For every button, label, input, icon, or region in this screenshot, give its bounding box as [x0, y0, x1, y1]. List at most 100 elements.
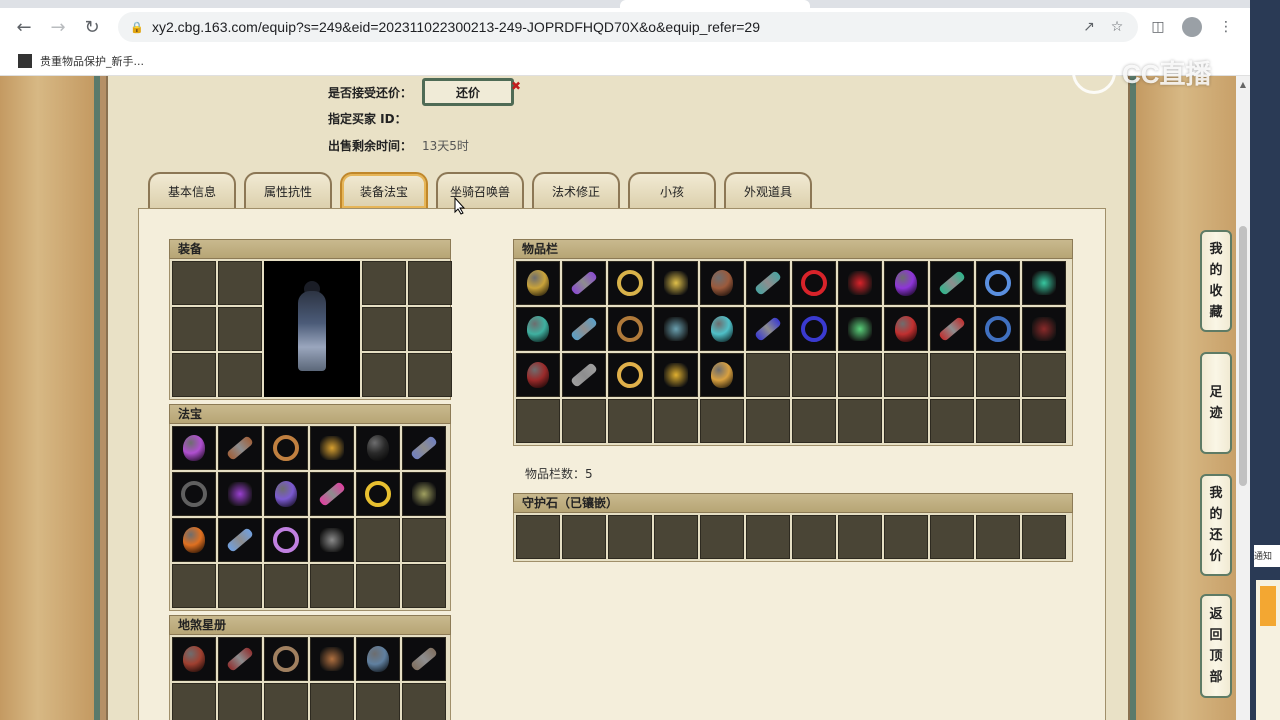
tab-2[interactable]: 装备法宝: [340, 172, 428, 208]
guard-stone-empty-slot[interactable]: [976, 515, 1020, 559]
fabao-empty-slot[interactable]: [356, 518, 400, 562]
inventory-item[interactable]: [700, 307, 744, 351]
active-browser-tab[interactable]: [620, 0, 810, 8]
fabao-item[interactable]: [356, 472, 400, 516]
fabao-item[interactable]: [356, 426, 400, 470]
inventory-item[interactable]: [746, 307, 790, 351]
guard-stone-empty-slot[interactable]: [792, 515, 836, 559]
inventory-item[interactable]: [516, 353, 560, 397]
inventory-item[interactable]: [884, 307, 928, 351]
inventory-item[interactable]: [608, 261, 652, 305]
fabao-empty-slot[interactable]: [218, 564, 262, 608]
star-card-empty-slot[interactable]: [264, 683, 308, 720]
star-card-item[interactable]: [402, 637, 446, 681]
star-card-empty-slot[interactable]: [402, 683, 446, 720]
star-card-item[interactable]: [356, 637, 400, 681]
fabao-empty-slot[interactable]: [356, 564, 400, 608]
fabao-item[interactable]: [310, 518, 354, 562]
equip-slot[interactable]: [218, 307, 262, 351]
inventory-empty-slot[interactable]: [608, 399, 652, 443]
guard-stone-empty-slot[interactable]: [1022, 515, 1066, 559]
inventory-empty-slot[interactable]: [516, 399, 560, 443]
equip-slot[interactable]: [408, 353, 452, 397]
guard-stone-empty-slot[interactable]: [930, 515, 974, 559]
equip-slot[interactable]: [218, 261, 262, 305]
fabao-empty-slot[interactable]: [310, 564, 354, 608]
inventory-item[interactable]: [838, 261, 882, 305]
fabao-item[interactable]: [264, 518, 308, 562]
inventory-empty-slot[interactable]: [792, 353, 836, 397]
guard-stone-empty-slot[interactable]: [746, 515, 790, 559]
menu-kebab-icon[interactable]: ⋮: [1212, 13, 1240, 41]
star-card-item[interactable]: [172, 637, 216, 681]
star-card-item[interactable]: [310, 637, 354, 681]
notice-tab[interactable]: 通知: [1254, 545, 1280, 567]
inventory-item[interactable]: [1022, 307, 1066, 351]
fabao-item[interactable]: [172, 518, 216, 562]
equip-slot[interactable]: [218, 353, 262, 397]
fabao-empty-slot[interactable]: [402, 564, 446, 608]
inventory-empty-slot[interactable]: [838, 399, 882, 443]
inventory-item[interactable]: [516, 307, 560, 351]
my-offers-button[interactable]: 我的还价: [1200, 474, 1232, 576]
inventory-empty-slot[interactable]: [746, 399, 790, 443]
guard-stone-empty-slot[interactable]: [516, 515, 560, 559]
guard-stone-empty-slot[interactable]: [838, 515, 882, 559]
inventory-empty-slot[interactable]: [654, 399, 698, 443]
profile-avatar[interactable]: [1178, 13, 1206, 41]
inventory-item[interactable]: [608, 307, 652, 351]
forward-icon[interactable]: →: [44, 13, 72, 41]
fabao-item[interactable]: [218, 426, 262, 470]
inventory-item[interactable]: [884, 261, 928, 305]
close-icon[interactable]: ✖: [511, 79, 521, 93]
inventory-item[interactable]: [976, 307, 1020, 351]
inventory-empty-slot[interactable]: [562, 399, 606, 443]
inventory-empty-slot[interactable]: [838, 353, 882, 397]
inventory-item[interactable]: [608, 353, 652, 397]
star-card-item[interactable]: [218, 637, 262, 681]
inventory-item[interactable]: [838, 307, 882, 351]
inventory-empty-slot[interactable]: [976, 399, 1020, 443]
guard-stone-empty-slot[interactable]: [700, 515, 744, 559]
inventory-item[interactable]: [654, 307, 698, 351]
inventory-item[interactable]: [516, 261, 560, 305]
star-card-item[interactable]: [264, 637, 308, 681]
fabao-item[interactable]: [310, 472, 354, 516]
fabao-item[interactable]: [172, 472, 216, 516]
inventory-empty-slot[interactable]: [884, 399, 928, 443]
fabao-empty-slot[interactable]: [402, 518, 446, 562]
inventory-item[interactable]: [792, 307, 836, 351]
fabao-empty-slot[interactable]: [172, 564, 216, 608]
inventory-empty-slot[interactable]: [1022, 353, 1066, 397]
equip-slot[interactable]: [362, 353, 406, 397]
star-card-empty-slot[interactable]: [356, 683, 400, 720]
guard-stone-empty-slot[interactable]: [608, 515, 652, 559]
inventory-item[interactable]: [746, 261, 790, 305]
inventory-empty-slot[interactable]: [1022, 399, 1066, 443]
reload-icon[interactable]: ↻: [78, 13, 106, 41]
guard-stone-empty-slot[interactable]: [562, 515, 606, 559]
url-text[interactable]: xy2.cbg.163.com/equip?s=249&eid=20231102…: [152, 19, 1070, 35]
inventory-item[interactable]: [654, 261, 698, 305]
side-panel-icon[interactable]: ◫: [1144, 13, 1172, 41]
inventory-item[interactable]: [700, 261, 744, 305]
bookmark-item[interactable]: 贵重物品保护_新手...: [40, 53, 144, 69]
inventory-item[interactable]: [562, 353, 606, 397]
fabao-item[interactable]: [264, 472, 308, 516]
inventory-item[interactable]: [930, 261, 974, 305]
inventory-item[interactable]: [792, 261, 836, 305]
equip-slot[interactable]: [362, 261, 406, 305]
inventory-empty-slot[interactable]: [884, 353, 928, 397]
scrollbar-thumb[interactable]: [1239, 226, 1247, 486]
guard-stone-empty-slot[interactable]: [654, 515, 698, 559]
fabao-empty-slot[interactable]: [264, 564, 308, 608]
inventory-empty-slot[interactable]: [930, 399, 974, 443]
star-card-empty-slot[interactable]: [310, 683, 354, 720]
tab-3[interactable]: 坐骑召唤兽: [436, 172, 524, 208]
inventory-empty-slot[interactable]: [792, 399, 836, 443]
back-to-top-button[interactable]: 返回顶部: [1200, 594, 1232, 698]
footprints-button[interactable]: 足迹: [1200, 352, 1232, 454]
inventory-item[interactable]: [700, 353, 744, 397]
tab-4[interactable]: 法术修正: [532, 172, 620, 208]
tab-5[interactable]: 小孩: [628, 172, 716, 208]
